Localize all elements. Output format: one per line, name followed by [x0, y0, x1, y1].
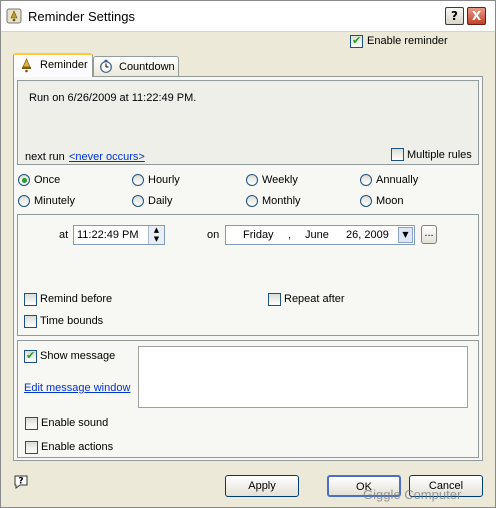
tab-reminder[interactable]: Reminder — [13, 53, 93, 77]
enable-sound-label: Enable sound — [41, 417, 109, 429]
radio-daily-label: Daily — [148, 195, 173, 207]
date-month: June — [305, 229, 329, 241]
window-title: Reminder Settings — [28, 9, 135, 24]
remind-before-checkbox[interactable] — [24, 293, 37, 306]
title-bar[interactable]: Reminder Settings ? X — [1, 1, 495, 32]
enable-reminder-checkbox[interactable] — [350, 34, 363, 48]
radio-once-label: Once — [34, 174, 61, 186]
tab-reminder-label: Reminder — [40, 59, 88, 71]
multiple-rules-label: Multiple rules — [407, 149, 472, 161]
radio-annually-label: Annually — [376, 174, 419, 186]
help-button[interactable]: ? — [445, 7, 464, 25]
enable-actions-checkbox[interactable] — [25, 441, 38, 454]
next-run-label: next run — [25, 151, 65, 163]
repeat-after-label: Repeat after — [284, 293, 345, 305]
time-bounds-label: Time bounds — [40, 315, 104, 327]
radio-moon[interactable] — [360, 195, 372, 207]
remind-before-label: Remind before — [40, 293, 113, 305]
time-spinner[interactable]: 11:22:49 PM ▲ ▼ — [73, 225, 165, 245]
bell-icon — [22, 58, 31, 73]
on-label: on — [207, 229, 220, 241]
time-bounds-checkbox[interactable] — [24, 315, 37, 328]
radio-daily[interactable] — [132, 195, 144, 207]
radio-hourly[interactable] — [132, 174, 144, 186]
run-summary-text: Run on 6/26/2009 at 11:22:49 PM. — [29, 92, 197, 104]
radio-minutely-label: Minutely — [34, 195, 75, 207]
at-label: at — [59, 229, 69, 241]
next-run-link[interactable]: <never occurs> — [69, 151, 145, 163]
time-down-arrow-icon[interactable]: ▼ — [148, 235, 164, 244]
watermark: Giggle Computer — [363, 487, 462, 502]
radio-monthly-label: Monthly — [262, 195, 301, 207]
summary-box: Run on 6/26/2009 at 11:22:49 PM. next ru… — [17, 80, 479, 165]
reminder-tab-panel: Run on 6/26/2009 at 11:22:49 PM. next ru… — [13, 76, 483, 461]
message-box: Show message Edit message window Enable … — [17, 340, 479, 458]
tab-countdown-label: Countdown — [119, 61, 175, 73]
show-message-label: Show message — [40, 350, 116, 362]
apply-button[interactable]: Apply — [225, 475, 299, 497]
time-value: 11:22:49 PM — [77, 229, 139, 241]
close-button[interactable]: X — [467, 7, 486, 25]
message-textarea[interactable] — [138, 346, 468, 408]
radio-moon-label: Moon — [376, 195, 404, 207]
date-separator: , — [288, 229, 292, 241]
date-picker[interactable]: Friday , June 26, 2009 ▼ — [225, 225, 415, 245]
show-message-checkbox[interactable] — [24, 349, 37, 363]
radio-monthly[interactable] — [246, 195, 258, 207]
enable-actions-label: Enable actions — [41, 441, 114, 453]
stopwatch-icon — [100, 59, 112, 73]
date-dropdown-arrow-icon[interactable]: ▼ — [398, 227, 413, 243]
radio-minutely[interactable] — [18, 195, 30, 207]
multiple-rules-checkbox[interactable] — [391, 148, 404, 161]
repeat-after-checkbox[interactable] — [268, 293, 281, 306]
reminder-app-icon — [6, 8, 22, 24]
date-more-button[interactable]: ... — [421, 225, 437, 244]
date-rest: 26, 2009 — [346, 229, 389, 241]
date-day: Friday — [243, 229, 274, 241]
radio-annually[interactable] — [360, 174, 372, 186]
radio-hourly-label: Hourly — [148, 174, 180, 186]
radio-weekly[interactable] — [246, 174, 258, 186]
enable-sound-checkbox[interactable] — [25, 417, 38, 430]
reminder-settings-window: Reminder Settings ? X Enable reminder Re… — [0, 0, 496, 508]
radio-weekly-label: Weekly — [262, 174, 298, 186]
svg-text:?: ? — [18, 477, 23, 487]
radio-once[interactable] — [18, 174, 30, 186]
edit-message-window-link[interactable]: Edit message window — [24, 382, 130, 394]
enable-reminder-label: Enable reminder — [367, 35, 448, 47]
context-help-icon[interactable]: ? — [13, 474, 29, 490]
tab-countdown[interactable]: Countdown — [93, 56, 179, 76]
